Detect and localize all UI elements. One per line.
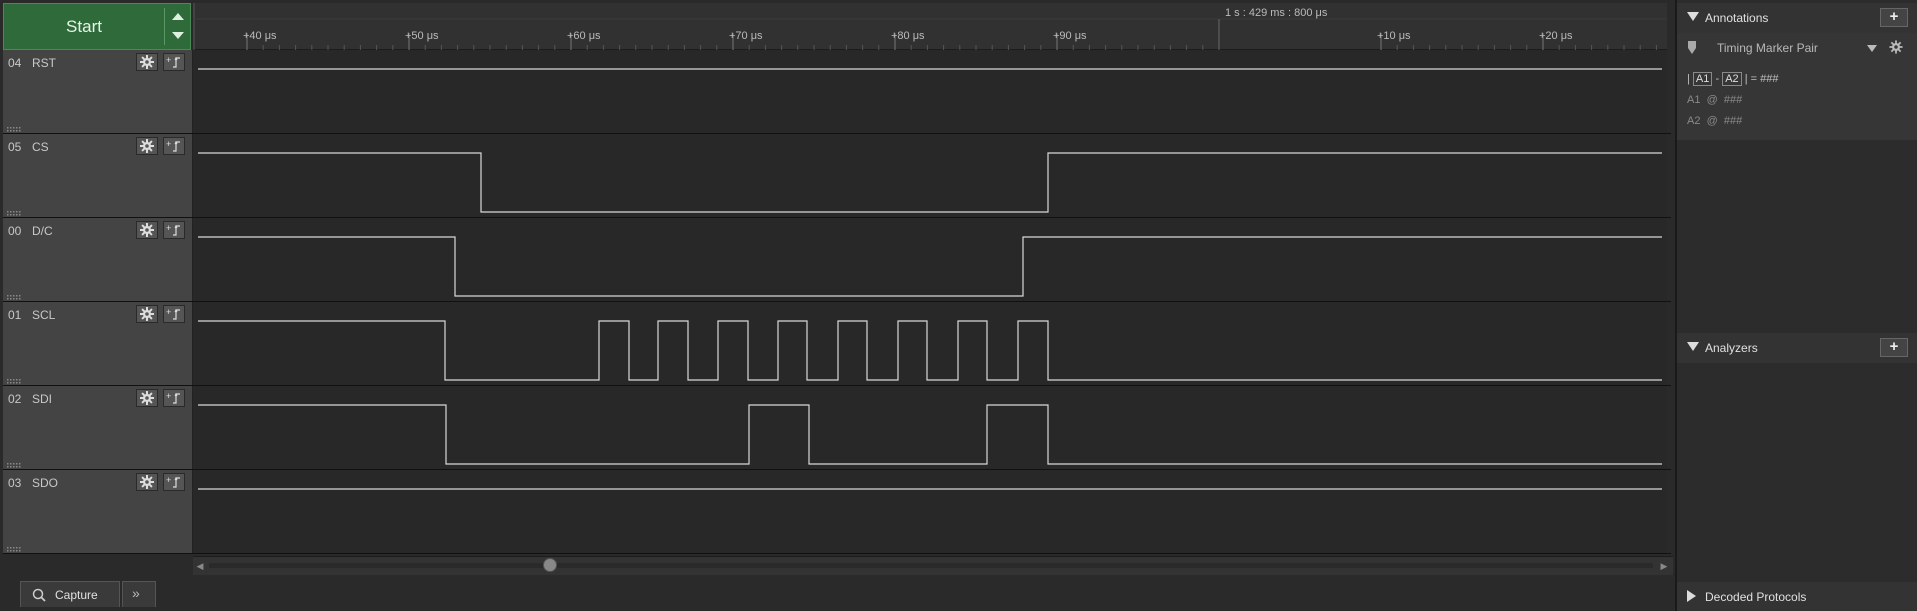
marker-settings-gear-icon[interactable] xyxy=(1889,40,1903,54)
marker-pin-icon[interactable] xyxy=(1686,40,1698,56)
collapse-arrow-icon[interactable] xyxy=(1687,342,1699,351)
svg-text:+: + xyxy=(166,139,171,149)
drag-handle-icon[interactable] xyxy=(7,542,23,552)
svg-text:+: + xyxy=(166,55,171,65)
timing-marker-pair-card: Timing Marker Pair | A1 - A2 | = ### A1 … xyxy=(1677,33,1917,140)
svg-text:+: + xyxy=(166,391,171,401)
analyzers-header[interactable]: Analyzers + xyxy=(1677,333,1917,363)
channel-settings-gear-icon[interactable] xyxy=(136,53,158,71)
collapse-arrow-icon[interactable] xyxy=(1687,12,1699,21)
drag-handle-icon[interactable] xyxy=(7,374,23,384)
drag-handle-icon[interactable] xyxy=(7,206,23,216)
bottom-tab-bar: Capture » xyxy=(0,577,1670,611)
delta-open-pipe: | xyxy=(1687,73,1690,85)
channel-settings-gear-icon[interactable] xyxy=(136,137,158,155)
channel-name[interactable]: D/C xyxy=(32,224,53,238)
channel-label-panel[interactable]: 03 SDO + xyxy=(3,470,193,553)
channel-name[interactable]: RST xyxy=(32,56,56,70)
trigger-button-icon[interactable]: + xyxy=(163,305,185,323)
waveform-row-background xyxy=(193,302,1667,385)
scroll-track[interactable] xyxy=(209,563,1653,568)
ruler-tick-label: +80 μs xyxy=(891,30,925,42)
trigger-button-icon[interactable]: + xyxy=(163,53,185,71)
ruler-tick-label: +10 μs xyxy=(1377,30,1411,42)
channel-name[interactable]: CS xyxy=(32,140,49,154)
channel-settings-gear-icon[interactable] xyxy=(136,305,158,323)
ruler-tick-layer: +40 μs +50 μs +60 μs +70 μs +80 μs +90 μs +10 … xyxy=(193,3,1667,50)
channel-label-panel[interactable]: 01 SCL + xyxy=(3,302,193,385)
channel-number: 00 xyxy=(8,224,22,238)
waveform-row-background xyxy=(193,386,1667,469)
capture-search-icon xyxy=(32,588,46,602)
add-annotation-button[interactable]: + xyxy=(1880,8,1908,27)
decoded-protocols-header[interactable]: Decoded Protocols xyxy=(1677,582,1917,611)
capture-tab[interactable]: Capture xyxy=(20,581,120,607)
delta-minus: - xyxy=(1715,73,1720,85)
delta-result: | = ### xyxy=(1744,73,1779,85)
channel-number: 02 xyxy=(8,392,22,406)
channel-settings-gear-icon[interactable] xyxy=(136,221,158,239)
annotations-header[interactable]: Annotations + xyxy=(1677,3,1917,33)
waveform-row-background xyxy=(193,50,1667,133)
expand-arrow-icon[interactable] xyxy=(1687,590,1696,602)
trigger-button-icon[interactable]: + xyxy=(163,473,185,491)
svg-text:+: + xyxy=(166,475,171,485)
ruler-tick-label: +60 μs xyxy=(567,30,601,42)
waveform-row-background xyxy=(193,218,1667,301)
channel-settings-gear-icon[interactable] xyxy=(136,389,158,407)
start-options-arrows[interactable] xyxy=(166,8,190,45)
channel-label-panel[interactable]: 00 D/C + xyxy=(3,218,193,301)
waveform-row-background xyxy=(193,470,1667,553)
channel-number: 03 xyxy=(8,476,22,490)
a1-position: A1 @ ### xyxy=(1687,94,1743,106)
side-panel: Annotations + Timing Marker Pair | A1 - … xyxy=(1675,0,1917,611)
scroll-thumb[interactable] xyxy=(543,558,557,572)
ruler-tick-label: +20 μs xyxy=(1539,30,1573,42)
trigger-button-icon[interactable]: + xyxy=(163,221,185,239)
channel-number: 04 xyxy=(8,56,22,70)
svg-text:+: + xyxy=(166,223,171,233)
channel-name[interactable]: SDI xyxy=(32,392,52,406)
waveform-canvas[interactable] xyxy=(193,50,1667,554)
start-label[interactable]: Start xyxy=(4,4,164,49)
channel-settings-gear-icon[interactable] xyxy=(136,473,158,491)
drag-handle-icon[interactable] xyxy=(7,290,23,300)
scroll-left-arrow[interactable]: ◀ xyxy=(195,560,205,572)
a2-marker-badge[interactable]: A2 xyxy=(1722,72,1742,86)
channel-label-panel[interactable]: 02 SDI + xyxy=(3,386,193,469)
channel-number: 05 xyxy=(8,140,22,154)
timing-marker-name: Timing Marker Pair xyxy=(1717,41,1818,55)
a2-position: A2 @ ### xyxy=(1687,115,1743,127)
trigger-button-icon[interactable]: + xyxy=(163,137,185,155)
ruler-tick-label: +50 μs xyxy=(405,30,439,42)
svg-text:+: + xyxy=(166,307,171,317)
channel-number: 01 xyxy=(8,308,22,322)
start-divider xyxy=(164,8,165,45)
horizontal-scrollbar[interactable]: ◀ ▶ xyxy=(193,556,1673,575)
ruler-tick-label: +90 μs xyxy=(1053,30,1087,42)
channel-name[interactable]: SCL xyxy=(32,308,55,322)
ruler-tick-label: +40 μs xyxy=(243,30,277,42)
marker-delta-line: | A1 - A2 | = ### xyxy=(1687,72,1779,86)
more-tabs-button[interactable]: » xyxy=(122,581,156,607)
time-ruler[interactable]: 1 s : 429 ms : 800 μs +40 μs +50 μs +60 μs… xyxy=(193,3,1667,50)
capture-tab-label: Capture xyxy=(55,588,98,602)
channel-label-panel[interactable]: 05 CS + xyxy=(3,134,193,217)
marker-dropdown-icon[interactable] xyxy=(1865,41,1879,55)
ruler-tick-label: +70 μs xyxy=(729,30,763,42)
waveform-row-background xyxy=(193,134,1667,217)
scroll-right-arrow[interactable]: ▶ xyxy=(1659,560,1669,572)
double-chevron-icon: » xyxy=(132,585,140,601)
a1-marker-badge[interactable]: A1 xyxy=(1692,72,1713,86)
drag-handle-icon[interactable] xyxy=(7,122,23,132)
start-capture-button[interactable]: Start xyxy=(3,3,191,50)
annotations-title: Annotations xyxy=(1705,11,1769,25)
analyzers-title: Analyzers xyxy=(1705,341,1758,355)
add-analyzer-button[interactable]: + xyxy=(1880,338,1908,357)
drag-handle-icon[interactable] xyxy=(7,458,23,468)
channel-label-panel[interactable]: 04 RST + xyxy=(3,50,193,133)
channel-name[interactable]: SDO xyxy=(32,476,58,490)
decoded-protocols-title: Decoded Protocols xyxy=(1705,590,1807,604)
trigger-button-icon[interactable]: + xyxy=(163,389,185,407)
